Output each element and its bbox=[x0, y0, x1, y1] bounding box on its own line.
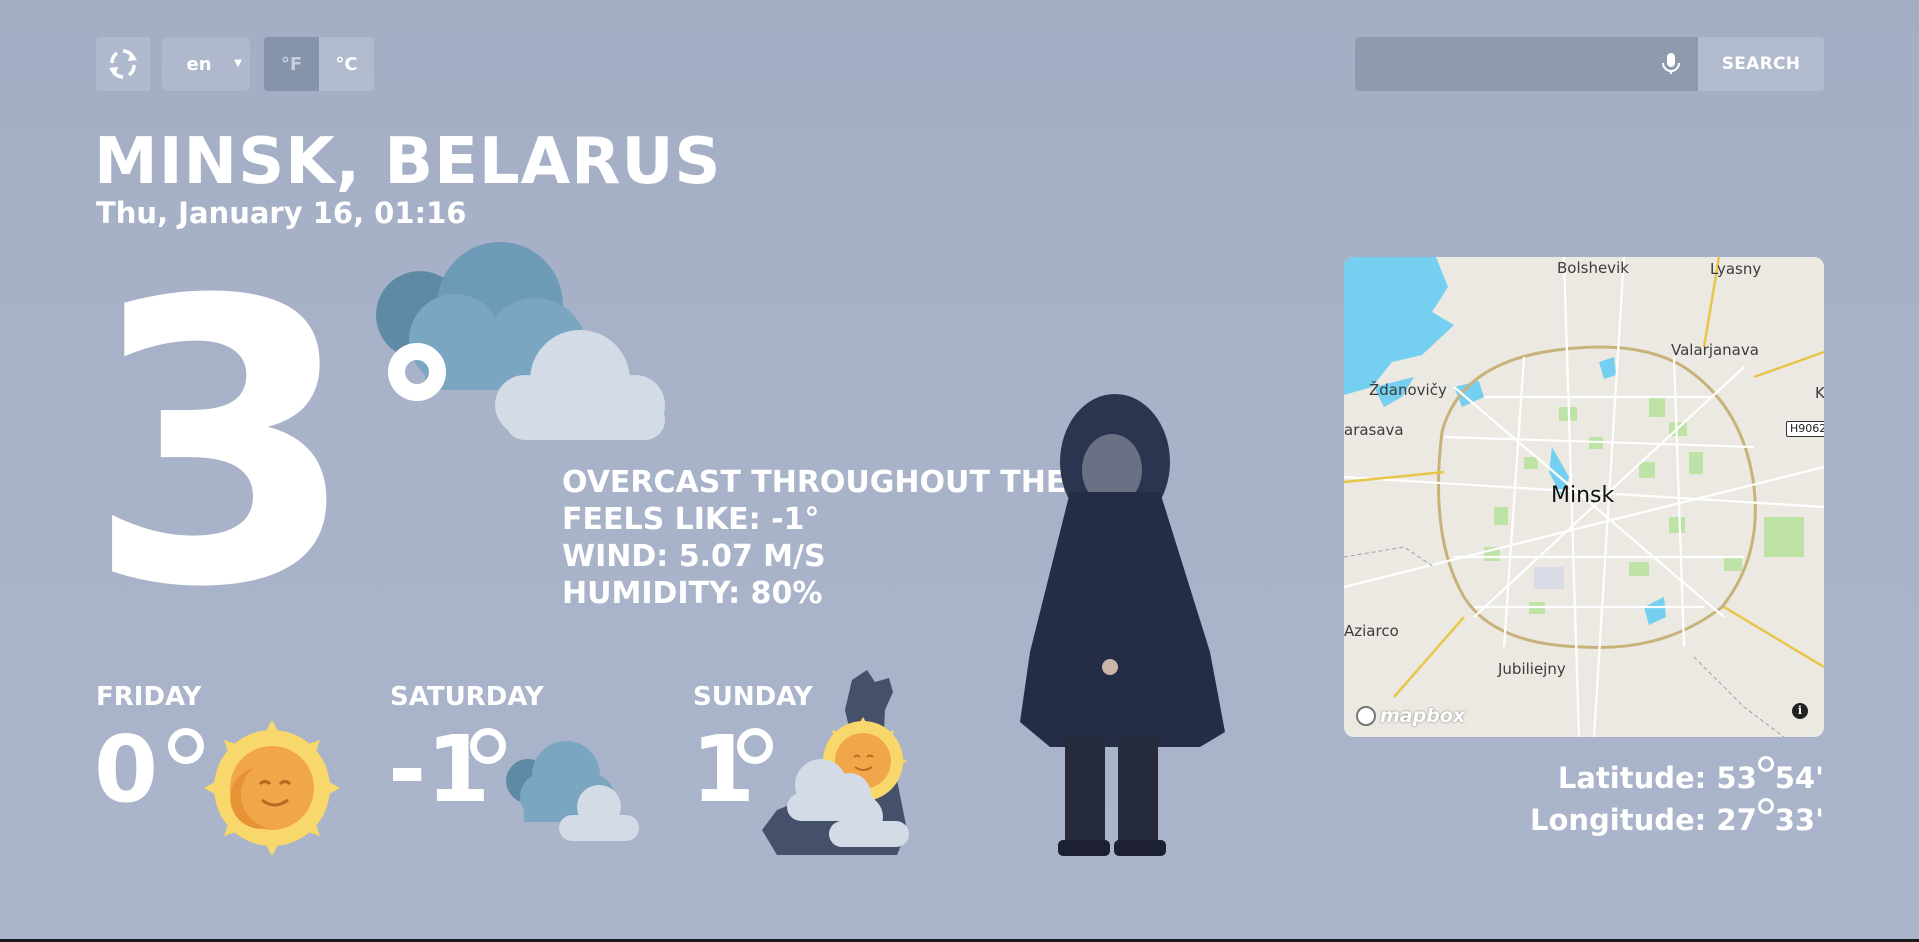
search-button[interactable]: SEARCH bbox=[1698, 37, 1824, 91]
forecast-day-2: SATURDAY -1 bbox=[388, 682, 639, 841]
clouds-icon bbox=[506, 741, 639, 841]
refresh-button[interactable] bbox=[96, 37, 150, 91]
map-label-arasava: arasava bbox=[1344, 421, 1404, 439]
map-label-k: K bbox=[1815, 384, 1824, 402]
celsius-button[interactable]: °C bbox=[319, 37, 374, 91]
longitude-label: Longitude: bbox=[1530, 803, 1707, 837]
mapbox-mark-icon bbox=[1356, 706, 1376, 726]
city-name: MINSK, BELARUS bbox=[94, 125, 722, 199]
mapbox-logo[interactable]: mapbox bbox=[1356, 705, 1465, 727]
language-select[interactable]: en ▼ bbox=[162, 37, 250, 91]
location-map[interactable]: Bolshevik Lyasny Valarjanava Ždanovičy a… bbox=[1344, 257, 1824, 737]
latitude-row: Latitude: 53 54' bbox=[1530, 756, 1824, 798]
map-label-zdanovicy: Ždanovičy bbox=[1369, 381, 1447, 399]
forecast-day-1: FRIDAY 0 bbox=[94, 682, 340, 856]
longitude-minutes: 33' bbox=[1774, 803, 1824, 837]
map-label-aziarco: Aziarco bbox=[1344, 622, 1399, 640]
unit-toggle: °F °C bbox=[264, 37, 374, 91]
forecast-day-3: SUNDAY 1 bbox=[691, 682, 909, 847]
degree-symbol bbox=[1757, 756, 1774, 772]
map-label-valarjanava: Valarjanava bbox=[1671, 341, 1759, 359]
latitude-degrees: 53 bbox=[1716, 761, 1757, 795]
longitude-degrees: 27 bbox=[1716, 803, 1757, 837]
language-value: en bbox=[186, 53, 212, 75]
refresh-icon bbox=[109, 49, 137, 79]
search-input[interactable] bbox=[1355, 37, 1698, 91]
map-city-label: Minsk bbox=[1551, 483, 1615, 508]
forecast-day-name: SATURDAY bbox=[390, 682, 544, 712]
controls-bar: en ▼ °F °C bbox=[96, 37, 374, 91]
map-label-lyasny: Lyasny bbox=[1710, 260, 1762, 278]
coordinates: Latitude: 53 54' Longitude: 27 33' bbox=[1530, 756, 1824, 840]
map-label-bolshevik: Bolshevik bbox=[1557, 259, 1629, 277]
search-bar: SEARCH bbox=[1355, 37, 1824, 91]
map-label-jubiliejny: Jubiliejny bbox=[1498, 660, 1566, 678]
forecast-day-name: FRIDAY bbox=[96, 682, 202, 712]
forecast-day-name: SUNDAY bbox=[693, 682, 813, 712]
forecast-degree-symbol bbox=[168, 728, 204, 764]
latitude-minutes: 54' bbox=[1774, 761, 1824, 795]
current-temperature: 3 bbox=[86, 218, 357, 672]
forecast-day-temp: 0 bbox=[94, 716, 159, 823]
longitude-row: Longitude: 27 33' bbox=[1530, 798, 1824, 840]
fahrenheit-button[interactable]: °F bbox=[264, 37, 319, 91]
forecast-degree-symbol bbox=[470, 728, 506, 764]
forecast-degree-symbol bbox=[737, 728, 773, 764]
latitude-label: Latitude: bbox=[1557, 761, 1707, 795]
chevron-down-icon: ▼ bbox=[234, 58, 242, 69]
temperature-degree-symbol bbox=[388, 343, 446, 401]
sun-behind-clouds-icon bbox=[787, 717, 909, 847]
microphone-icon[interactable] bbox=[1660, 52, 1682, 76]
sun-icon bbox=[204, 720, 340, 856]
person-in-snow-image bbox=[1020, 394, 1225, 856]
degree-symbol bbox=[1757, 798, 1774, 814]
mapbox-text: mapbox bbox=[1380, 705, 1466, 727]
map-road-shield: H9062 bbox=[1786, 421, 1824, 437]
info-icon[interactable]: i bbox=[1792, 703, 1808, 719]
